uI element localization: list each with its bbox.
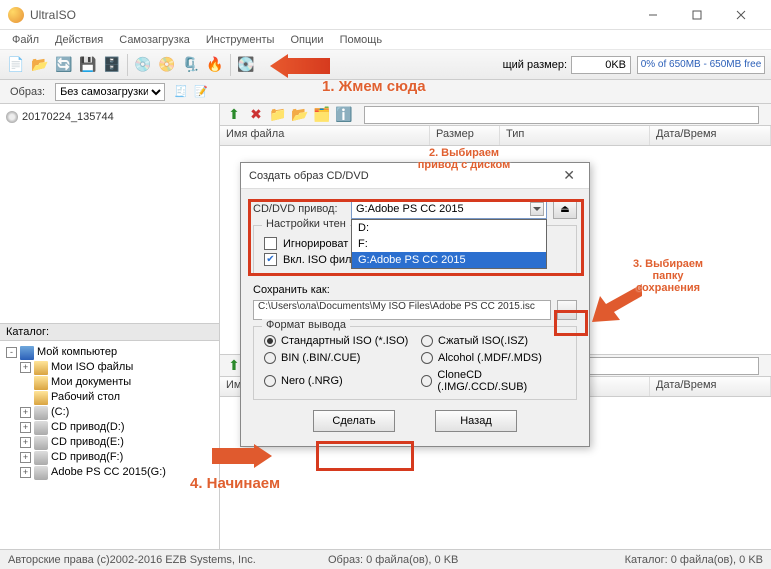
drive-dropdown: D:F:G:Adobe PS CC 2015 <box>351 219 547 269</box>
tree-item[interactable]: Мои документы <box>6 375 213 390</box>
new-icon[interactable]: 📄 <box>5 54 27 76</box>
statusbar: Авторские права (c)2002-2016 EZB Systems… <box>0 549 771 569</box>
boot-mode-select[interactable]: Без самозагрузки <box>55 83 165 101</box>
tree-item[interactable]: +Мои ISO файлы <box>6 360 213 375</box>
maximize-button[interactable] <box>675 0 719 30</box>
disc-icon <box>6 111 18 123</box>
menubar: ФайлДействияСамозагрузкаИнструментыОпции… <box>0 30 771 50</box>
tree-item[interactable]: +Adobe PS CC 2015(G:) <box>6 465 213 480</box>
burn-icon[interactable]: 🔥 <box>204 54 226 76</box>
image-path-field[interactable] <box>364 106 759 124</box>
status-image: Образ: 0 файла(ов), 0 KB <box>328 554 528 566</box>
mount-icon[interactable]: 📀 <box>156 54 178 76</box>
catalog-label: Каталог: <box>0 324 219 341</box>
drive-option[interactable]: G:Adobe PS CC 2015 <box>352 252 546 268</box>
menu-Действия[interactable]: Действия <box>49 32 109 48</box>
capacity-bar: 0% of 650MB - 650MB free <box>637 56 765 74</box>
refresh-icon[interactable]: 🔄 <box>53 54 75 76</box>
drive-option[interactable]: D: <box>352 220 546 236</box>
fold3-icon[interactable]: 🗂️ <box>313 106 331 124</box>
info-icon[interactable]: ℹ️ <box>335 106 353 124</box>
save-icon[interactable]: 💾 <box>77 54 99 76</box>
drive-combo[interactable]: G:Adobe PS CC 2015 D:F:G:Adobe PS CC 201… <box>351 199 547 219</box>
tree-item[interactable]: +(C:) <box>6 405 213 420</box>
format-radio[interactable]: Nero (.NRG) <box>264 369 409 393</box>
format-radio[interactable]: Alcohol (.MDF/.MDS) <box>421 352 566 364</box>
total-size-label: щий размер: <box>503 59 567 71</box>
col-type[interactable]: Тип <box>500 126 650 145</box>
browse-button[interactable]: ... <box>557 300 577 320</box>
open-icon[interactable]: 📂 <box>29 54 51 76</box>
boot-icon-b[interactable]: 📝 <box>192 83 210 101</box>
drive-label: CD/DVD привод: <box>253 203 345 215</box>
format-radio[interactable]: CloneCD (.IMG/.CCD/.SUB) <box>421 369 566 393</box>
save-as-label: Сохранить как: <box>253 284 577 296</box>
total-size-field[interactable] <box>571 56 631 74</box>
format-radio[interactable]: Стандартный ISO (*.ISO) <box>264 335 409 347</box>
image-list-header: Имя файла Размер Тип Дата/Время <box>220 126 771 146</box>
disc-icon[interactable]: 💿 <box>132 54 154 76</box>
minimize-button[interactable] <box>631 0 675 30</box>
chevron-down-icon[interactable] <box>530 202 544 216</box>
back-button[interactable]: Назад <box>435 410 517 432</box>
close-button[interactable] <box>719 0 763 30</box>
tree-item[interactable]: Рабочий стол <box>6 390 213 405</box>
menu-Инструменты[interactable]: Инструменты <box>200 32 281 48</box>
dialog-title: Создать образ CD/DVD <box>249 170 557 182</box>
compress-icon[interactable]: 🗜️ <box>180 54 202 76</box>
main-toolbar: 📄 📂 🔄 💾 🗄️ 💿 📀 🗜️ 🔥 💽 щий размер: 0% of … <box>0 50 771 80</box>
tree-root[interactable]: 20170224_135744 <box>22 111 114 123</box>
image-label: Образ: <box>0 86 55 98</box>
app-icon <box>8 7 24 23</box>
tree-item[interactable]: +CD привод(E:) <box>6 435 213 450</box>
menu-Опции[interactable]: Опции <box>284 32 329 48</box>
drive-combo-value: G:Adobe PS CC 2015 <box>356 203 464 215</box>
local-tree[interactable]: -Мой компьютер+Мои ISO файлыМои документ… <box>0 341 219 549</box>
menu-Помощь[interactable]: Помощь <box>334 32 389 48</box>
boot-icon-a[interactable]: 🧾 <box>172 83 190 101</box>
dialog-close-button[interactable]: ✕ <box>557 167 581 184</box>
format-radio[interactable]: Сжатый ISO(.ISZ) <box>421 335 566 347</box>
lcol-date[interactable]: Дата/Время <box>650 377 771 396</box>
eject-button[interactable] <box>553 199 577 219</box>
del-icon-red[interactable]: ✖ <box>247 106 265 124</box>
tree-item[interactable]: +CD привод(D:) <box>6 420 213 435</box>
tree-item[interactable]: +CD привод(F:) <box>6 450 213 465</box>
image-subbar: Образ: Без самозагрузки 🧾 📝 <box>0 80 771 104</box>
col-name[interactable]: Имя файла <box>220 126 430 145</box>
fold1-icon[interactable]: 📁 <box>269 106 287 124</box>
image-mini-toolbar: ⬆ ✖ 📁 📂 🗂️ ℹ️ <box>220 104 771 126</box>
status-local: Каталог: 0 файла(ов), 0 KB <box>528 554 763 566</box>
col-date[interactable]: Дата/Время <box>650 126 771 145</box>
output-format-group: Формат вывода <box>262 319 350 331</box>
status-copyright: Авторские права (c)2002-2016 EZB Systems… <box>8 554 328 566</box>
tree-item[interactable]: -Мой компьютер <box>6 345 213 360</box>
fold2-icon[interactable]: 📂 <box>291 106 309 124</box>
window-title: UltraISO <box>30 8 631 22</box>
drive-option[interactable]: F: <box>352 236 546 252</box>
read-settings-group: Настройки чтен <box>262 218 350 230</box>
menu-Файл[interactable]: Файл <box>6 32 45 48</box>
make-button[interactable]: Сделать <box>313 410 395 432</box>
saveas-icon[interactable]: 🗄️ <box>101 54 123 76</box>
menu-Самозагрузка[interactable]: Самозагрузка <box>113 32 196 48</box>
make-cd-icon[interactable]: 💽 <box>235 54 257 76</box>
col-size[interactable]: Размер <box>430 126 500 145</box>
image-tree[interactable]: 20170224_135744 <box>0 104 219 324</box>
create-image-dialog: Создать образ CD/DVD ✕ CD/DVD привод: G:… <box>240 162 590 447</box>
up-icon[interactable]: ⬆ <box>225 106 243 124</box>
save-path-field[interactable]: C:\Users\ола\Documents\My ISO Files\Adob… <box>253 300 551 320</box>
format-radio[interactable]: BIN (.BIN/.CUE) <box>264 352 409 364</box>
titlebar: UltraISO <box>0 0 771 30</box>
